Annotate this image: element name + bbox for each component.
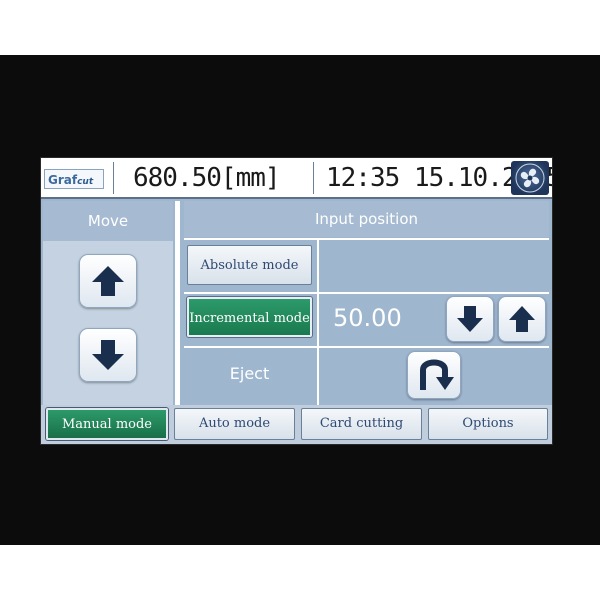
logo-main-text: Graf — [48, 173, 78, 187]
status-separator — [113, 162, 114, 194]
time-text: 12:35 — [326, 163, 400, 193]
tab-manual-mode[interactable]: Manual mode — [46, 408, 168, 440]
grid-line — [184, 238, 549, 240]
arrow-down-icon — [92, 340, 124, 370]
fan-button[interactable] — [511, 161, 549, 195]
tab-card-cutting[interactable]: Card cutting — [301, 408, 422, 440]
input-position-title: Input position — [184, 201, 549, 237]
status-separator — [313, 162, 314, 194]
arrow-down-icon — [457, 306, 483, 332]
tab-auto-mode[interactable]: Auto mode — [174, 408, 295, 440]
grid-line — [317, 238, 319, 405]
clock-readout: 12:35 15.10.2015 — [326, 160, 552, 196]
grid-line — [184, 292, 549, 294]
move-up-button[interactable] — [79, 254, 137, 308]
eject-label: Eject — [229, 364, 270, 383]
logo-sub-text: cut — [77, 177, 94, 187]
grafcut-logo: Grafcut — [44, 169, 104, 189]
arrow-up-icon — [509, 306, 535, 332]
position-readout: 680.50[mm] — [133, 163, 281, 193]
eject-button[interactable] — [407, 351, 461, 399]
increment-value-field[interactable]: 50.00 — [333, 300, 433, 336]
increment-button[interactable] — [498, 296, 546, 342]
absolute-mode-button[interactable]: Absolute mode — [187, 245, 312, 285]
u-turn-arrow-icon — [420, 359, 454, 390]
move-down-button[interactable] — [79, 328, 137, 382]
fan-icon — [515, 163, 545, 193]
tab-options[interactable]: Options — [428, 408, 548, 440]
decrement-button[interactable] — [446, 296, 494, 342]
move-panel-title: Move — [43, 201, 173, 241]
touch-screen: Grafcut 680.50[mm] 12:35 15.10.2015 Move — [40, 157, 553, 445]
incremental-mode-button[interactable]: Incremental mode — [187, 297, 312, 337]
panel-divider — [175, 201, 180, 405]
grid-line — [184, 346, 549, 348]
arrow-up-icon — [92, 266, 124, 296]
status-bar: Grafcut 680.50[mm] 12:35 15.10.2015 — [41, 158, 552, 199]
